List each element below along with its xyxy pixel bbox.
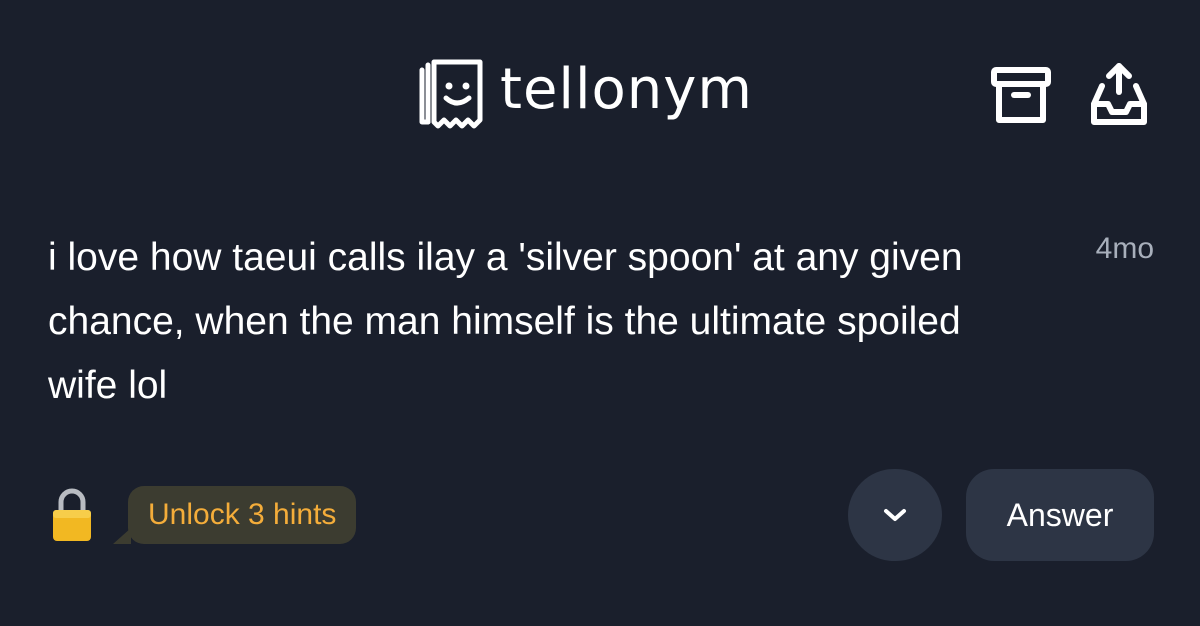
expand-button[interactable] — [848, 469, 942, 561]
tell-age: 4mo — [1095, 232, 1154, 265]
tell-question-text: i love how taeui calls ilay a 'silver sp… — [48, 236, 963, 407]
answer-button[interactable]: Answer — [966, 469, 1154, 561]
unlock-hints-label: Unlock 3 hints — [148, 498, 337, 531]
app-header: tellonym — [0, 0, 1200, 170]
app-name: tellonym — [500, 56, 753, 122]
archive-button[interactable] — [986, 60, 1056, 130]
hint-bubble-tail — [113, 528, 131, 544]
tellonym-logo: tellonym — [414, 56, 753, 130]
chevron-down-icon — [884, 509, 906, 521]
lock-icon — [53, 488, 91, 541]
unlock-hints-button[interactable]: Unlock 3 hints — [113, 486, 357, 544]
tellonym-logo-mark-icon — [419, 59, 483, 129]
hints-section: Unlock 3 hints — [50, 484, 357, 546]
share-tray-icon — [1091, 63, 1147, 125]
share-button[interactable] — [1084, 60, 1154, 130]
archive-box-icon — [991, 67, 1051, 123]
